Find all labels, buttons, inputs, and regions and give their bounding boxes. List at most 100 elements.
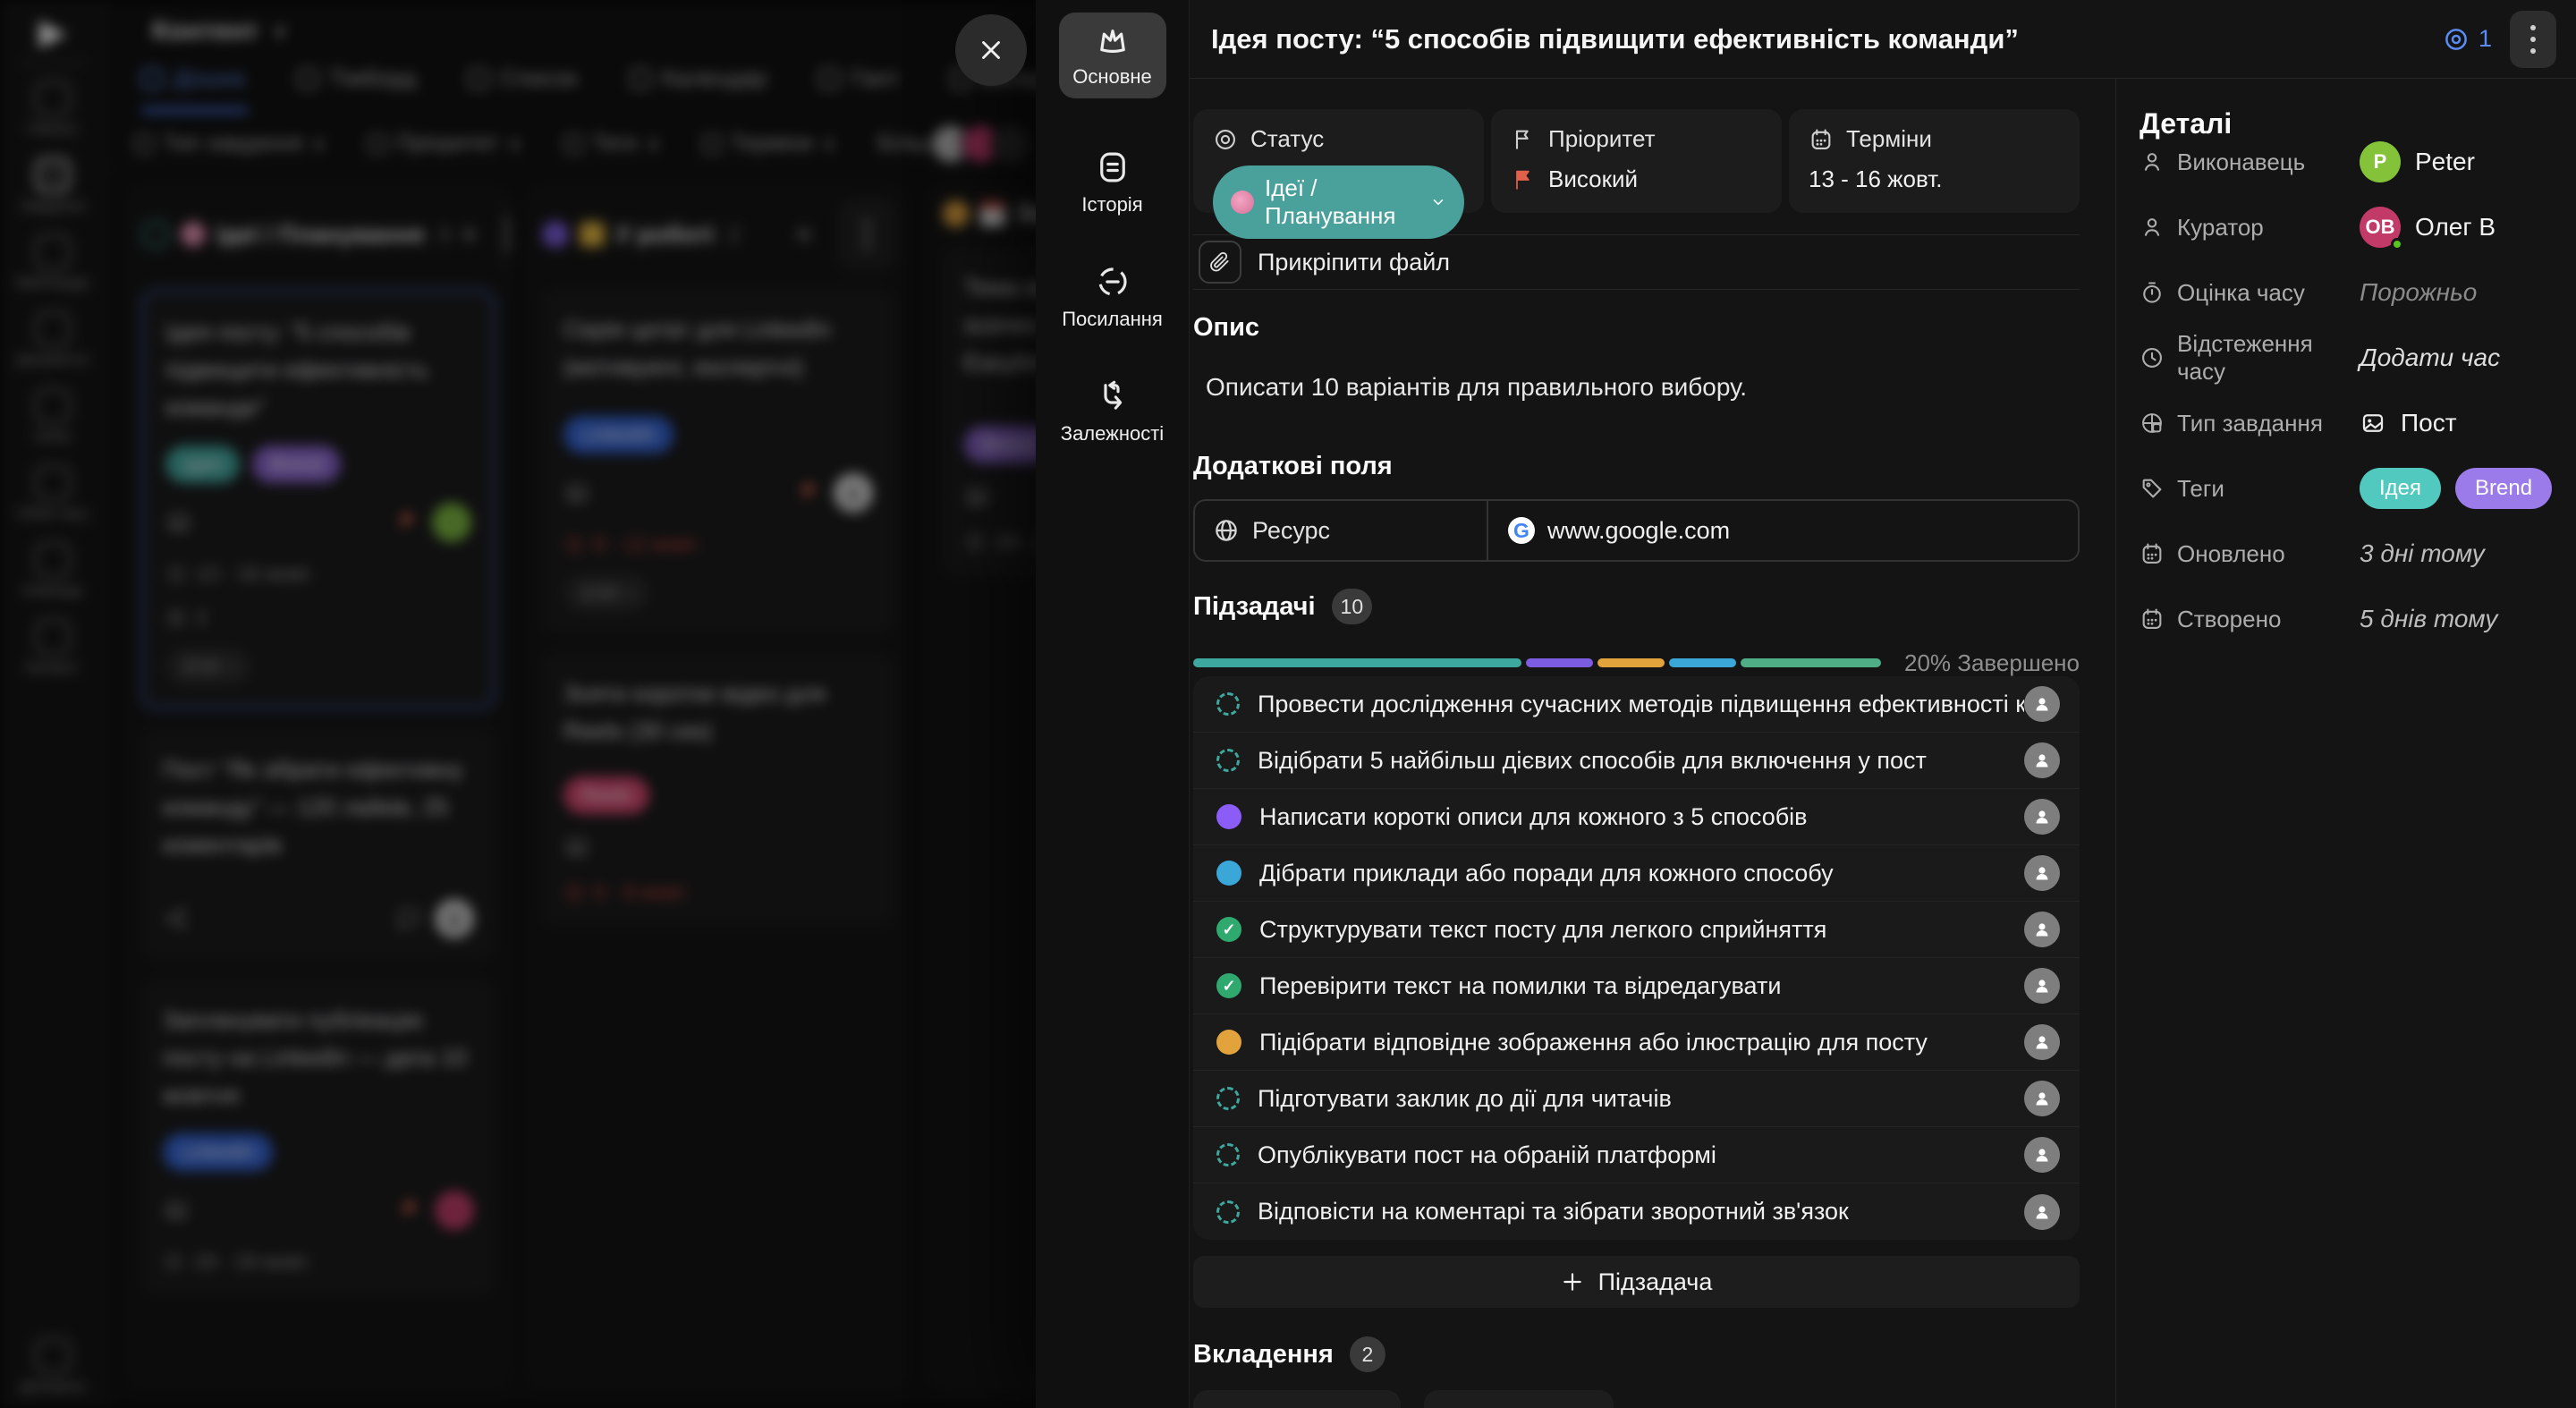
clock-icon	[2140, 345, 2165, 370]
assignee-avatar-button[interactable]	[2024, 912, 2060, 947]
attachments-count-badge: 2	[1350, 1336, 1385, 1372]
paperclip-icon	[1199, 241, 1241, 284]
field-card-status: Статус Ідеї / Планування	[1193, 109, 1484, 213]
tag-badge[interactable]: Ідея	[2360, 468, 2441, 509]
task-type-grid-icon	[2140, 411, 2165, 436]
subtask-status-icon[interactable]	[1216, 1030, 1241, 1055]
modal-nav-main[interactable]: Основне	[1059, 13, 1166, 98]
person-outline-icon	[2140, 149, 2165, 174]
assignee-avatar-button[interactable]	[2024, 742, 2060, 778]
plus-icon	[1561, 1270, 1584, 1293]
assignee-avatar-button[interactable]	[2024, 855, 2060, 891]
detail-row-tags: Теги Ідея Brend	[2140, 467, 2555, 510]
subtask-status-icon[interactable]	[1216, 692, 1240, 716]
kebab-icon	[2530, 25, 2536, 54]
estimate-value[interactable]: Порожньо	[2360, 278, 2477, 307]
priority-flag-icon	[1511, 167, 1536, 192]
person-icon	[2031, 1088, 2053, 1109]
subtask-row[interactable]: Структурувати текст посту для легкого сп…	[1193, 902, 2080, 958]
subtask-status-icon[interactable]	[1216, 973, 1241, 998]
modal-backdrop[interactable]	[0, 0, 1036, 1408]
modal-header: Ідея посту: “5 способів підвищити ефекти…	[1190, 0, 2576, 79]
tag-badge[interactable]: Brend	[2455, 468, 2552, 509]
watchers-indicator[interactable]: 1	[2443, 25, 2492, 53]
subtask-status-icon[interactable]	[1216, 861, 1241, 886]
person-outline-icon	[2140, 215, 2165, 240]
online-dot	[2391, 238, 2403, 250]
brain-icon	[1231, 191, 1254, 214]
attachment-card[interactable]	[1193, 1390, 1401, 1408]
add-time-link[interactable]: Додати час	[2360, 344, 2500, 372]
close-modal-button[interactable]	[955, 14, 1027, 86]
task-menu-button[interactable]	[2510, 11, 2556, 68]
subtask-status-icon[interactable]	[1216, 804, 1241, 829]
details-heading: Деталі	[2140, 107, 2555, 140]
created-value: 5 днів тому	[2360, 605, 2497, 633]
field-card-dates: Терміни 13 - 16 жовт.	[1789, 109, 2080, 213]
google-favicon: G	[1508, 517, 1535, 544]
assignee-avatar-button[interactable]	[2024, 1024, 2060, 1060]
assignee-avatar-button[interactable]	[2024, 799, 2060, 835]
priority-select[interactable]: Високий	[1511, 165, 1762, 193]
task-title: Ідея посту: “5 способів підвищити ефекти…	[1211, 23, 2019, 55]
watcher-eye-icon	[2443, 26, 2470, 53]
dates-select[interactable]: 13 - 16 жовт.	[1809, 165, 2060, 193]
detail-row-estimate: Оцінка часу Порожньо	[2140, 271, 2555, 314]
subtask-row[interactable]: Провести дослідження сучасних методів пі…	[1193, 676, 2080, 733]
subtask-status-icon[interactable]	[1216, 1087, 1240, 1110]
assignee-value[interactable]: P Peter	[2360, 141, 2475, 182]
task-type-value[interactable]: Пост	[2360, 409, 2457, 437]
resource-value-cell[interactable]: G www.google.com	[1488, 501, 2078, 560]
calendar-icon	[1809, 127, 1834, 152]
subtask-row[interactable]: Відповісти на коментарі та зібрати зворо…	[1193, 1183, 2080, 1240]
description-text[interactable]: Описати 10 варіантів для правильного виб…	[1206, 373, 2080, 402]
subtask-row[interactable]: Перевірити текст на помилки та відредагу…	[1193, 958, 2080, 1014]
subtask-status-icon[interactable]	[1216, 1143, 1240, 1166]
resource-label-cell[interactable]: Ресурс	[1195, 501, 1488, 560]
crown-icon	[1094, 22, 1131, 60]
progress-segment	[1597, 658, 1665, 667]
modal-nav-links[interactable]: Посилання	[1062, 263, 1163, 331]
task-main-content: Статус Ідеї / Планування Пріоритет	[1190, 79, 2115, 1408]
detail-row-task-type: Тип завдання Пост	[2140, 402, 2555, 445]
subtask-status-icon[interactable]	[1216, 1200, 1240, 1224]
subtask-row[interactable]: Опублікувати пост на обраній платформі	[1193, 1127, 2080, 1183]
progress-segment	[1526, 658, 1593, 667]
add-subtask-button[interactable]: Підзадача	[1193, 1256, 2080, 1308]
attachment-card[interactable]	[1424, 1390, 1614, 1408]
subtask-status-icon[interactable]	[1216, 917, 1241, 942]
status-select[interactable]: Ідеї / Планування	[1213, 165, 1464, 239]
modal-nav-history[interactable]: Історія	[1081, 148, 1142, 216]
avatar: P	[2360, 141, 2401, 182]
watchers-count: 1	[2479, 25, 2492, 53]
assignee-avatar-button[interactable]	[2024, 1081, 2060, 1116]
field-card-priority: Пріоритет Високий	[1491, 109, 1782, 213]
curator-value[interactable]: ОВ Олег В	[2360, 207, 2496, 248]
assignee-avatar-button[interactable]	[2024, 686, 2060, 722]
globe-icon	[1213, 517, 1240, 544]
assignee-avatar-button[interactable]	[2024, 1194, 2060, 1230]
subtasks-heading: Підзадачі	[1193, 592, 1316, 622]
person-icon	[2031, 806, 2053, 827]
description-heading: Опис	[1193, 313, 2080, 343]
assignee-avatar-button[interactable]	[2024, 968, 2060, 1004]
subtasks-count-badge: 10	[1332, 589, 1373, 624]
subtask-row[interactable]: Написати короткі описи для кожного з 5 с…	[1193, 789, 2080, 845]
status-target-icon	[1213, 127, 1238, 152]
link-icon	[1094, 263, 1131, 301]
subtask-status-icon[interactable]	[1216, 749, 1240, 772]
subtask-row[interactable]: Дібрати приклади або поради для кожного …	[1193, 845, 2080, 902]
subtasks-progress: 20% Завершено	[1193, 649, 2080, 676]
modal-nav-dependencies[interactable]: Залежності	[1061, 377, 1164, 445]
progress-segment	[1193, 658, 1521, 667]
detail-row-assignee: Виконавець P Peter	[2140, 140, 2555, 183]
attach-file-button[interactable]: Прикріпити файл	[1193, 234, 2080, 290]
detail-row-updated: Оновлено 3 дні тому	[2140, 532, 2555, 575]
detail-row-created: Створено 5 днів тому	[2140, 598, 2555, 640]
subtask-row[interactable]: Підготувати заклик до дії для читачів	[1193, 1071, 2080, 1127]
subtask-row[interactable]: Підібрати відповідне зображення або ілюс…	[1193, 1014, 2080, 1071]
updated-value: 3 дні тому	[2360, 539, 2485, 568]
custom-field-resource: Ресурс G www.google.com	[1193, 499, 2080, 562]
subtask-row[interactable]: Відібрати 5 найбільш дієвих способів для…	[1193, 733, 2080, 789]
assignee-avatar-button[interactable]	[2024, 1137, 2060, 1173]
